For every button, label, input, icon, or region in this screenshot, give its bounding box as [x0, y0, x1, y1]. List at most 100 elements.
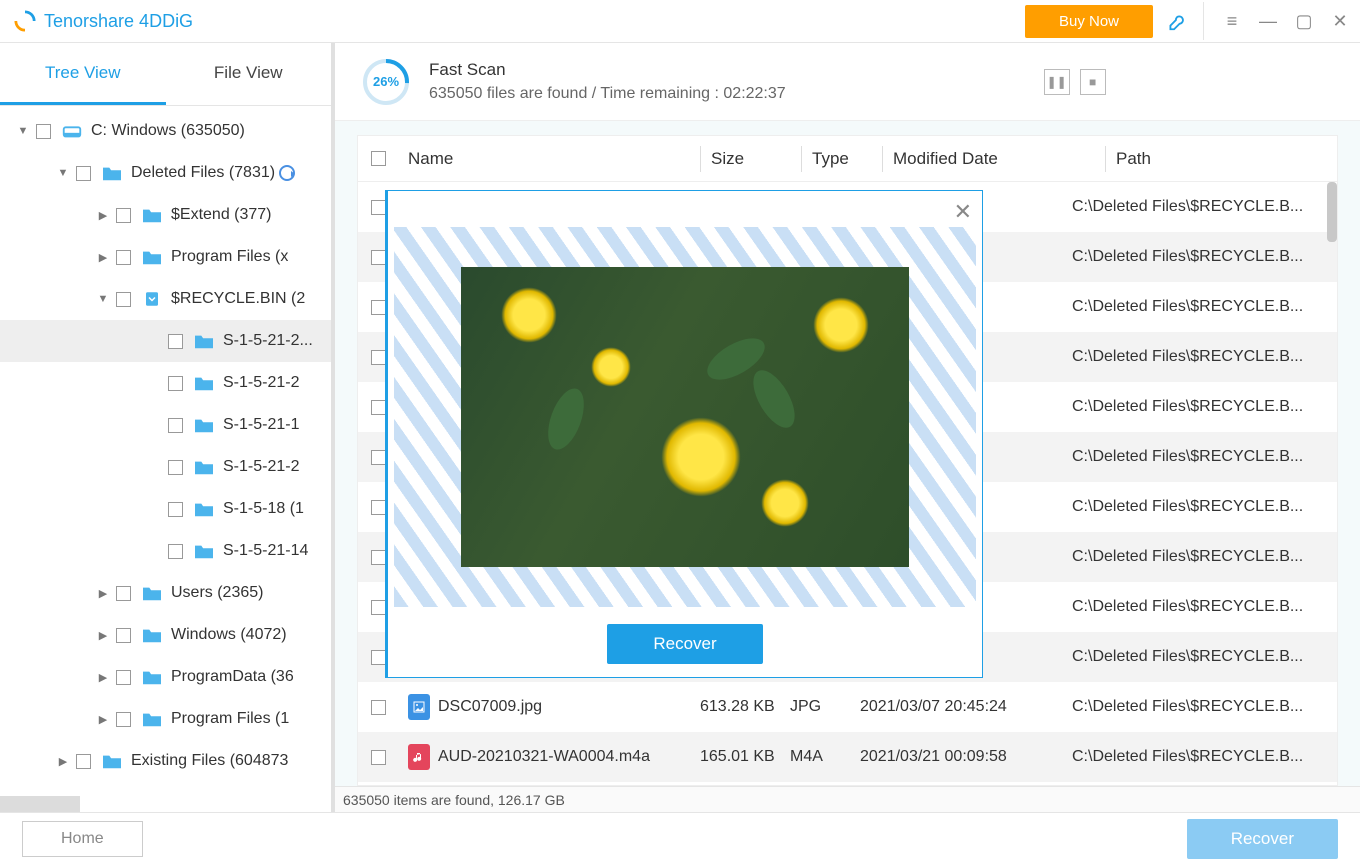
chevron-right-icon[interactable]: ▶ [96, 629, 110, 642]
file-size: 613.28 KB [700, 698, 790, 716]
tab-file-view[interactable]: File View [166, 43, 332, 105]
checkbox[interactable] [371, 200, 386, 215]
maximize-icon[interactable]: ▢ [1290, 7, 1318, 35]
tree-deleted[interactable]: ▼ Deleted Files (7831) [0, 152, 331, 194]
checkbox[interactable] [168, 334, 183, 349]
scrollbar-vertical[interactable] [1327, 182, 1337, 242]
chevron-right-icon[interactable]: ▶ [96, 251, 110, 264]
recover-modal-button[interactable]: Recover [607, 624, 762, 664]
checkbox[interactable] [371, 550, 386, 565]
tree-sid-1[interactable]: S-1-5-21-2 [0, 362, 331, 404]
tree-existing[interactable]: ▶ Existing Files (604873 [0, 740, 331, 782]
file-name: DSC07009.jpg [438, 698, 542, 716]
checkbox[interactable] [371, 700, 386, 715]
file-path: C:\Deleted Files\$RECYCLE.B... [1072, 198, 1337, 216]
file-path: C:\Deleted Files\$RECYCLE.B... [1072, 348, 1337, 366]
tree-extend[interactable]: ▶ $Extend (377) [0, 194, 331, 236]
checkbox[interactable] [116, 292, 131, 307]
file-path: C:\Deleted Files\$RECYCLE.B... [1072, 298, 1337, 316]
tree-windows[interactable]: ▶ Windows (4072) [0, 614, 331, 656]
tree-programdata[interactable]: ▶ ProgramData (36 [0, 656, 331, 698]
chevron-right-icon[interactable]: ▶ [96, 209, 110, 222]
titlebar: Tenorshare 4DDiG Buy Now ≡ — ▢ ✕ [0, 0, 1360, 43]
checkbox[interactable] [371, 400, 386, 415]
checkbox[interactable] [371, 250, 386, 265]
checkbox[interactable] [371, 450, 386, 465]
chevron-down-icon[interactable]: ▼ [56, 167, 70, 179]
home-button[interactable]: Home [22, 821, 143, 857]
checkbox[interactable] [168, 502, 183, 517]
col-path[interactable]: Path [1116, 149, 1337, 169]
checkbox[interactable] [371, 650, 386, 665]
tree-sid-5[interactable]: S-1-5-21-14 [0, 530, 331, 572]
folder-icon [101, 164, 123, 182]
checkbox[interactable] [76, 754, 91, 769]
close-icon[interactable]: ✕ [1326, 7, 1354, 35]
tree-sid-2[interactable]: S-1-5-21-1 [0, 404, 331, 446]
file-type: JPG [790, 698, 860, 716]
checkbox[interactable] [116, 670, 131, 685]
sidebar: Tree View File View ▼ C: Windows (635050… [0, 43, 335, 812]
checkbox[interactable] [371, 300, 386, 315]
key-icon[interactable] [1161, 7, 1189, 35]
checkbox[interactable] [116, 586, 131, 601]
folder-icon [141, 248, 163, 266]
scrollbar-horizontal[interactable] [0, 796, 80, 812]
tree-root[interactable]: ▼ C: Windows (635050) [0, 110, 331, 152]
checkbox[interactable] [116, 250, 131, 265]
chevron-down-icon[interactable]: ▼ [96, 293, 110, 305]
table-row[interactable]: DSC07009.jpg 613.28 KB JPG 2021/03/07 20… [358, 682, 1337, 732]
buy-now-button[interactable]: Buy Now [1025, 5, 1153, 38]
table-row[interactable]: AUD-20210321-WA0004.m4a 165.01 KB M4A 20… [358, 732, 1337, 782]
tree-users[interactable]: ▶ Users (2365) [0, 572, 331, 614]
checkbox[interactable] [371, 500, 386, 515]
checkbox[interactable] [76, 166, 91, 181]
checkbox[interactable] [371, 600, 386, 615]
tree-sid-0[interactable]: S-1-5-21-2... [0, 320, 331, 362]
col-date[interactable]: Modified Date [893, 149, 1105, 169]
col-name[interactable]: Name [408, 149, 700, 169]
tree-sid-4[interactable]: S-1-5-18 (1 [0, 488, 331, 530]
folder-icon [193, 500, 215, 518]
col-type[interactable]: Type [812, 149, 882, 169]
preview-body [394, 227, 976, 607]
menu-icon[interactable]: ≡ [1218, 7, 1246, 35]
folder-icon [141, 206, 163, 224]
table-header: Name Size Type Modified Date Path [358, 136, 1337, 182]
select-all-checkbox[interactable] [371, 151, 386, 166]
recover-button[interactable]: Recover [1187, 819, 1338, 859]
tab-tree-view[interactable]: Tree View [0, 43, 166, 105]
pause-button[interactable]: ❚❚ [1044, 69, 1070, 95]
chevron-right-icon[interactable]: ▶ [96, 587, 110, 600]
chevron-right-icon[interactable]: ▶ [56, 755, 70, 768]
chevron-right-icon[interactable]: ▶ [96, 713, 110, 726]
scan-header: 26% Fast Scan 635050 files are found / T… [335, 43, 1360, 121]
chevron-down-icon[interactable]: ▼ [16, 125, 30, 137]
footer: Home Recover [0, 812, 1360, 864]
col-size[interactable]: Size [711, 149, 801, 169]
checkbox[interactable] [168, 418, 183, 433]
checkbox[interactable] [371, 350, 386, 365]
chevron-right-icon[interactable]: ▶ [96, 671, 110, 684]
tree-sid-3[interactable]: S-1-5-21-2 [0, 446, 331, 488]
folder-icon [193, 542, 215, 560]
tree-program-files-1[interactable]: ▶ Program Files (1 [0, 698, 331, 740]
checkbox[interactable] [168, 376, 183, 391]
recycle-bin-icon [141, 290, 163, 308]
checkbox[interactable] [168, 544, 183, 559]
checkbox[interactable] [116, 628, 131, 643]
checkbox[interactable] [116, 712, 131, 727]
file-path: C:\Deleted Files\$RECYCLE.B... [1072, 598, 1337, 616]
minimize-icon[interactable]: — [1254, 7, 1282, 35]
stop-button[interactable]: ■ [1080, 69, 1106, 95]
checkbox[interactable] [116, 208, 131, 223]
file-path: C:\Deleted Files\$RECYCLE.B... [1072, 398, 1337, 416]
checkbox[interactable] [371, 750, 386, 765]
tree-recycle[interactable]: ▼ $RECYCLE.BIN (2 [0, 278, 331, 320]
checkbox[interactable] [168, 460, 183, 475]
tree-program-files-x[interactable]: ▶ Program Files (x [0, 236, 331, 278]
file-path: C:\Deleted Files\$RECYCLE.B... [1072, 548, 1337, 566]
file-name: AUD-20210321-WA0004.m4a [438, 748, 650, 766]
close-icon[interactable]: ✕ [954, 199, 972, 225]
checkbox[interactable] [36, 124, 51, 139]
